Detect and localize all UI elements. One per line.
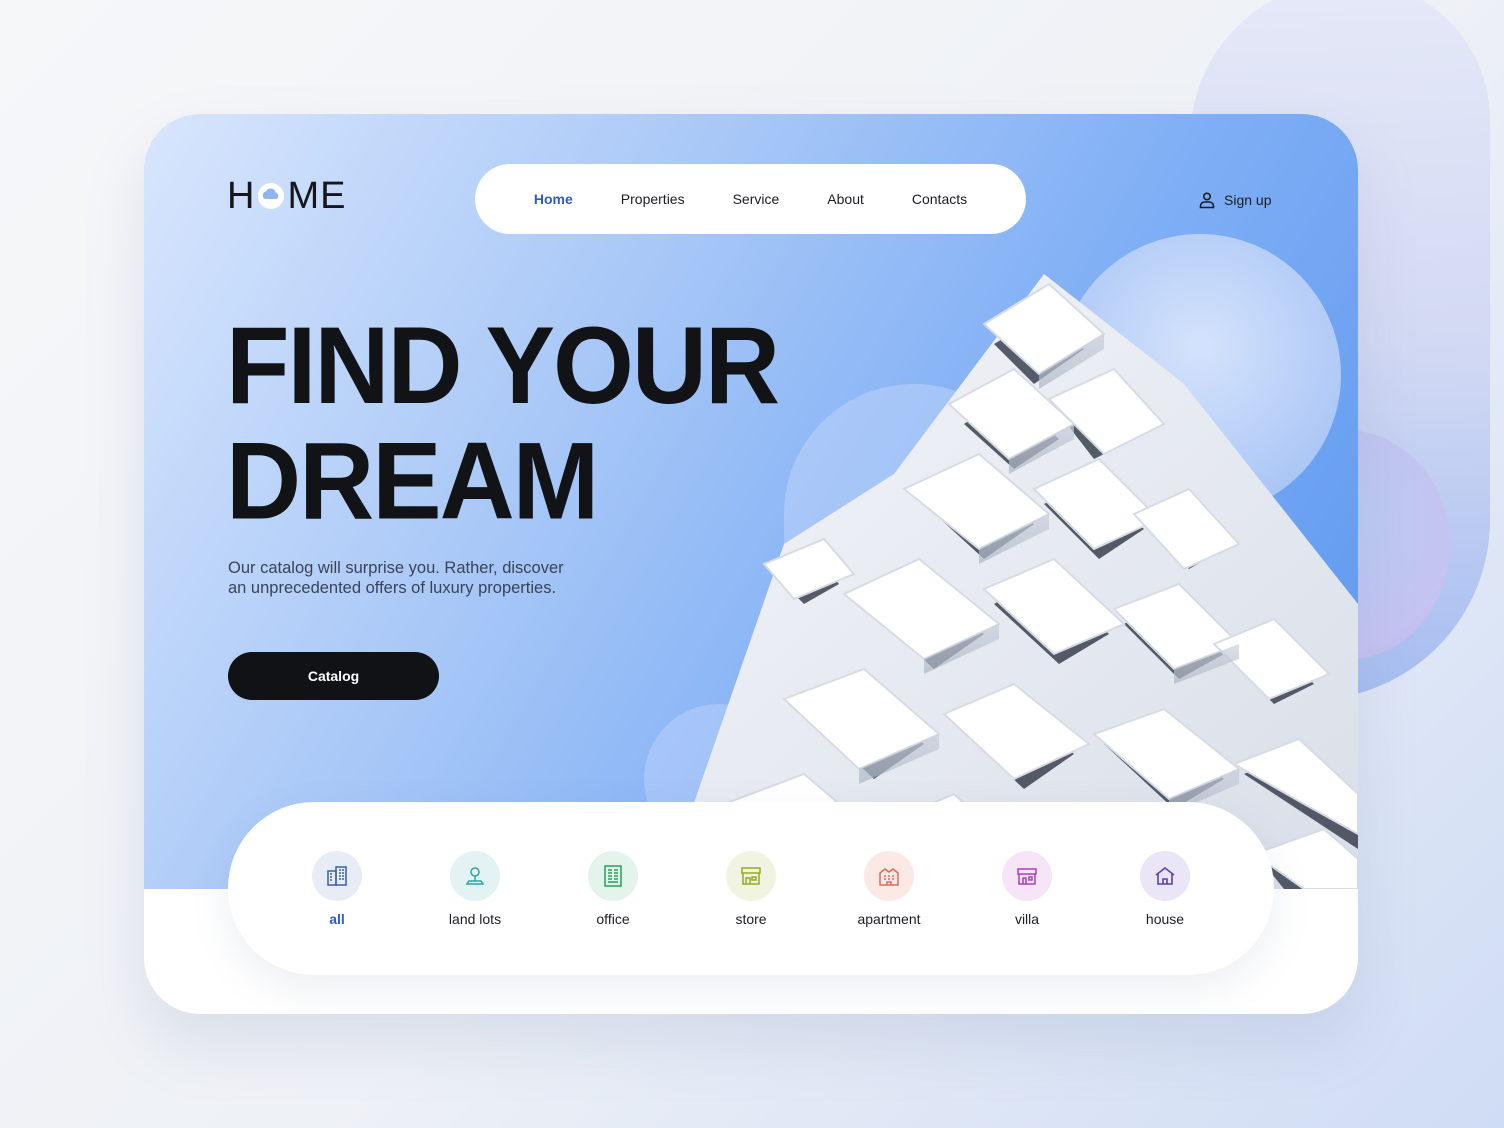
landing-card: H ME Home Properties Service About Conta… xyxy=(144,114,1358,1014)
subtitle-line-2: an unprecedented offers of luxury proper… xyxy=(228,579,557,597)
map-pin-icon xyxy=(450,850,500,901)
category-label: all xyxy=(329,910,345,927)
apartment-icon xyxy=(864,850,914,901)
logo-text-right: ME xyxy=(287,174,347,217)
villa-icon xyxy=(1002,850,1052,901)
nav-item-about[interactable]: About xyxy=(803,191,888,207)
category-bar: all land lots office store apartment vil… xyxy=(228,802,1274,975)
category-label: house xyxy=(1145,910,1185,927)
office-building-icon xyxy=(588,850,638,901)
category-label: store xyxy=(735,910,767,927)
headline-line-1: FIND YOUR xyxy=(226,305,780,428)
user-icon xyxy=(1199,192,1215,209)
nav-item-service[interactable]: Service xyxy=(709,191,804,207)
category-label: apartment xyxy=(857,910,921,927)
category-office[interactable]: office xyxy=(553,850,673,927)
building-icon xyxy=(312,850,362,901)
category-apartment[interactable]: apartment xyxy=(829,850,949,927)
headline-line-2: DREAM xyxy=(226,420,599,543)
category-villa[interactable]: villa xyxy=(967,850,1087,927)
category-land-lots[interactable]: land lots xyxy=(415,850,535,927)
signup-label: Sign up xyxy=(1224,192,1272,208)
store-icon xyxy=(726,850,776,901)
hero-headline: FIND YOUR DREAM xyxy=(226,309,786,540)
house-icon xyxy=(1140,850,1190,901)
subtitle-line-1: Our catalog will surprise you. Rather, d… xyxy=(228,559,564,577)
category-label: villa xyxy=(1014,910,1040,927)
hero-section: H ME Home Properties Service About Conta… xyxy=(144,114,1358,889)
category-all[interactable]: all xyxy=(277,850,397,927)
cloud-logo-icon xyxy=(258,183,285,209)
logo[interactable]: H ME xyxy=(227,174,347,217)
category-label: office xyxy=(596,910,630,927)
category-store[interactable]: store xyxy=(691,850,811,927)
signup-button[interactable]: Sign up xyxy=(1198,188,1271,212)
main-nav: Home Properties Service About Contacts xyxy=(475,164,1026,234)
hero-subtitle: Our catalog will surprise you. Rather, d… xyxy=(228,558,628,598)
nav-item-contacts[interactable]: Contacts xyxy=(888,191,991,207)
category-label: land lots xyxy=(448,910,502,927)
nav-item-home[interactable]: Home xyxy=(510,191,597,207)
logo-text-left: H xyxy=(227,174,256,217)
catalog-button[interactable]: Catalog xyxy=(228,652,439,700)
category-house[interactable]: house xyxy=(1105,850,1225,927)
nav-item-properties[interactable]: Properties xyxy=(597,191,709,207)
